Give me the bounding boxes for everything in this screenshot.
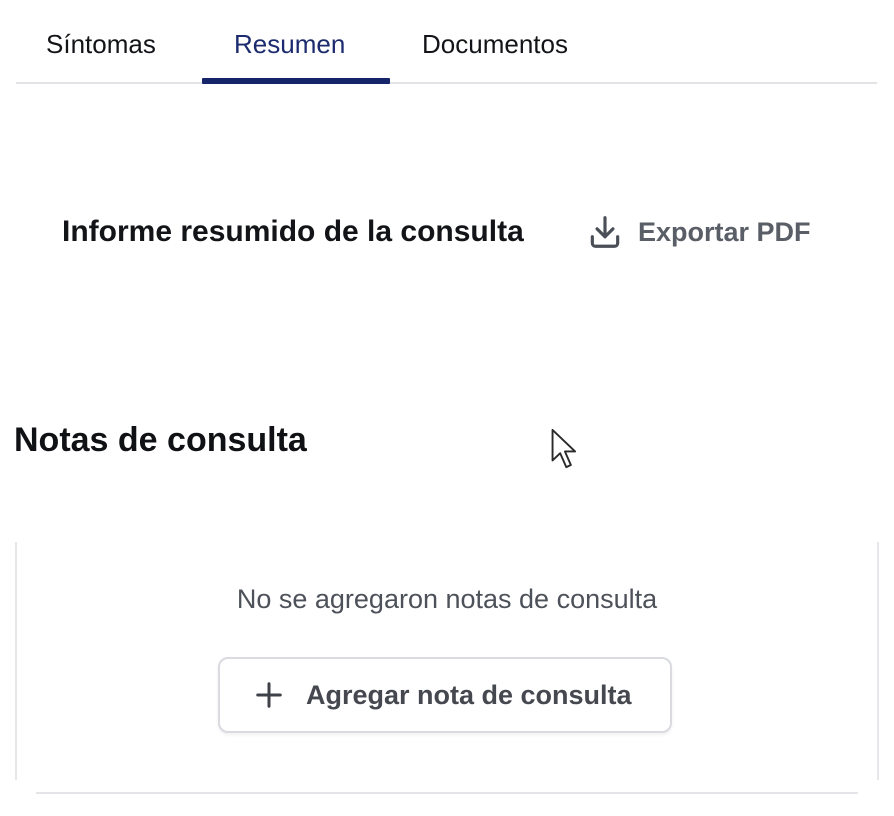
tab-sintomas[interactable]: Síntomas — [46, 26, 156, 62]
mouse-cursor-icon — [551, 428, 577, 469]
divider — [36, 792, 858, 794]
tab-resumen[interactable]: Resumen — [234, 26, 345, 62]
export-pdf-label: Exportar PDF — [638, 216, 811, 247]
page: Síntomas Resumen Documentos Informe resu… — [0, 0, 894, 816]
add-note-label: Agregar nota de consulta — [306, 679, 632, 710]
tab-bar: Síntomas Resumen Documentos — [16, 0, 877, 84]
notes-empty-message: No se agregaron notas de consulta — [236, 584, 658, 614]
tab-documentos[interactable]: Documentos — [422, 26, 568, 62]
add-note-button[interactable]: Agregar nota de consulta — [218, 657, 672, 733]
download-icon — [590, 216, 620, 248]
active-tab-indicator — [202, 78, 390, 84]
plus-icon — [256, 682, 282, 708]
report-title: Informe resumido de la consulta — [62, 215, 524, 248]
notes-section-title: Notas de consulta — [14, 421, 307, 459]
export-pdf-button[interactable]: Exportar PDF — [586, 210, 811, 254]
notes-empty-card: No se agregaron notas de consulta Agrega… — [15, 542, 879, 780]
